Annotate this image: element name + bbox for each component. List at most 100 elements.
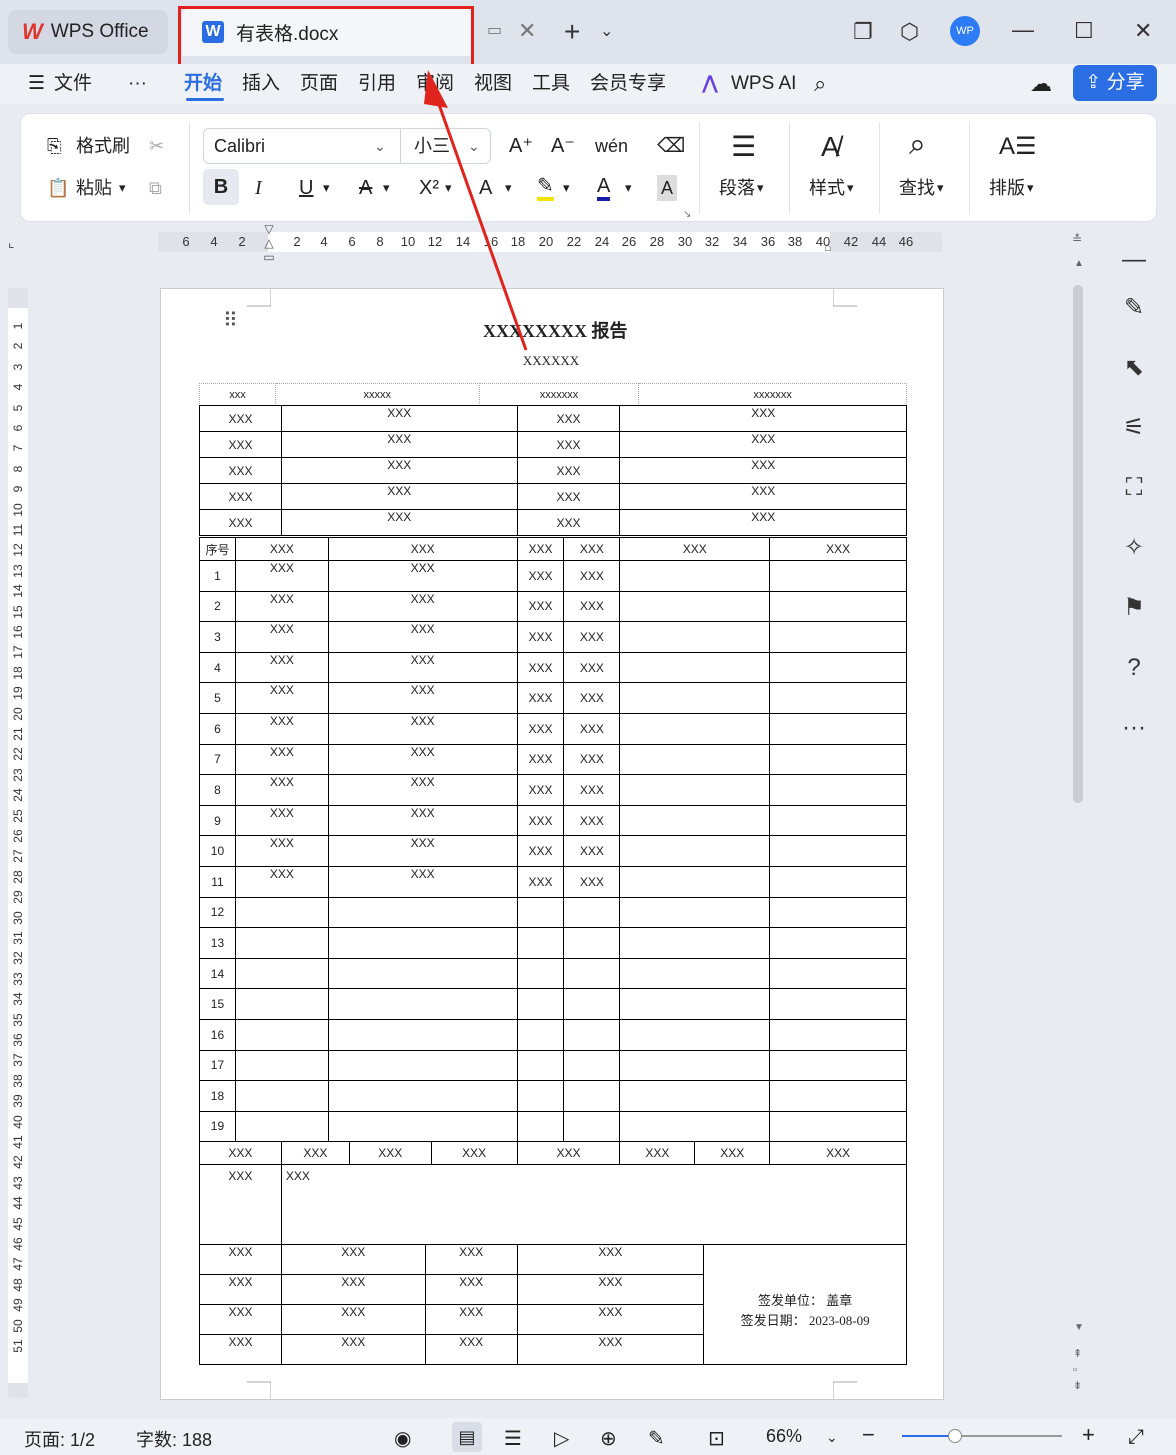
paste-icon[interactable]: 📋 [47, 175, 69, 201]
indent-marker-icon[interactable]: ▽ △ ▭ [262, 222, 276, 268]
tab-page[interactable]: 页面 [300, 70, 338, 98]
drag-handle-icon[interactable]: ⠿ [223, 311, 238, 331]
scrollbar-thumb[interactable] [1073, 285, 1083, 803]
eye-icon[interactable]: ◉ [394, 1426, 411, 1451]
underline-button[interactable]: U [299, 175, 313, 201]
tab-wps-office[interactable]: W WPS Office [8, 10, 168, 54]
chevron-down-icon[interactable]: ⌄ [374, 133, 386, 159]
paste-label[interactable]: 粘贴 [76, 175, 112, 201]
eraser-icon[interactable]: ⌫ [657, 133, 685, 159]
bold-button[interactable]: B [203, 169, 239, 205]
scroll-down-icon[interactable]: ▼ [1074, 1322, 1084, 1333]
format-painter-icon[interactable]: ⎘ [47, 133, 61, 159]
style-label[interactable]: 样式 [809, 175, 845, 201]
menu-wps-ai[interactable]: WPS AI [731, 70, 796, 98]
chevron-down-icon[interactable]: ▾ [625, 175, 632, 201]
page-view-icon[interactable]: ▤ [452, 1422, 482, 1452]
avatar[interactable]: WP [950, 16, 980, 46]
web-view-icon[interactable]: ⊕ [600, 1426, 617, 1451]
vertical-ruler[interactable]: 1 2 3 4 5 6 7 8 9 10 11 12 13 14 15 16 17 18 19 20 21 22 23 24 2… [8, 288, 28, 1398]
right-indent-icon[interactable]: ⌂ [824, 240, 831, 254]
menu-more[interactable]: ··· [128, 70, 147, 98]
cube-icon[interactable]: ⬡ [900, 18, 919, 46]
menu-file[interactable]: 文件 [54, 70, 92, 98]
cloud-icon[interactable]: ☁ [1030, 70, 1052, 98]
chevron-down-icon[interactable]: ▾ [757, 175, 764, 201]
zoom-in-icon[interactable]: + [1082, 1422, 1095, 1448]
find-label[interactable]: 查找 [899, 175, 935, 201]
help-icon[interactable]: ? [1118, 652, 1150, 684]
text-effect-icon[interactable]: A [479, 175, 492, 201]
grow-font-icon[interactable]: A⁺ [509, 133, 533, 159]
shirt-icon[interactable]: ⚑ [1118, 592, 1150, 624]
close-tab-icon[interactable]: ✕ [518, 18, 536, 44]
format-painter-label[interactable]: 格式刷 [76, 133, 130, 159]
zoom-level[interactable]: 66% [766, 1426, 802, 1447]
share-button[interactable]: ⇪ 分享 [1073, 65, 1157, 101]
chevron-down-icon[interactable]: ▾ [505, 175, 512, 201]
chevron-down-icon[interactable]: ▾ [563, 175, 570, 201]
fit-icon[interactable]: ⊡ [708, 1426, 725, 1451]
search-icon[interactable]: ⌕ [814, 70, 826, 98]
tab-references[interactable]: 引用 [358, 70, 396, 98]
tab-review[interactable]: 审阅 [416, 70, 454, 98]
fullscreen-icon[interactable]: ⤢ [1128, 1426, 1144, 1449]
ruler-corner-icon[interactable]: ⌞ [8, 234, 15, 251]
chevron-down-icon[interactable]: ⌄ [468, 133, 480, 159]
chevron-down-icon[interactable]: ⌄ [600, 18, 613, 46]
font-dialog-launcher-icon[interactable]: ↘ [683, 202, 691, 228]
sliders-icon[interactable]: ⚟ [1118, 412, 1150, 444]
highlight-icon[interactable]: ✎ [537, 175, 554, 201]
tab-home[interactable]: 开始 [184, 70, 222, 98]
italic-button[interactable]: I [255, 175, 262, 201]
pointer-icon[interactable]: ⬉ [1118, 352, 1150, 384]
paragraph-label[interactable]: 段落 [719, 175, 755, 201]
cut-icon[interactable]: ✂ [149, 133, 164, 159]
phonetic-icon[interactable]: wén [595, 133, 628, 159]
font-color-icon[interactable]: A [597, 175, 611, 201]
tab-member[interactable]: 会员专享 [590, 70, 666, 98]
magic-wand-icon[interactable]: ✧ [1118, 532, 1150, 564]
chevron-down-icon[interactable]: ▾ [323, 175, 330, 201]
zoom-slider-handle[interactable] [948, 1429, 962, 1443]
chevron-down-icon[interactable]: ▾ [383, 175, 390, 201]
split-icon[interactable]: ≛ [1072, 232, 1082, 246]
paste-dropdown-icon[interactable]: ▾ [119, 175, 126, 201]
word-count[interactable]: 字数: 188 [136, 1426, 212, 1452]
font-selector[interactable]: Calibri ⌄ 小三 ⌄ [203, 128, 491, 164]
minimize-icon[interactable]: — [1012, 16, 1034, 44]
chevron-down-icon[interactable]: ▾ [1027, 175, 1034, 201]
pen-icon[interactable]: ✎ [648, 1426, 665, 1451]
chevron-down-icon[interactable]: ⌄ [826, 1429, 838, 1446]
copy-icon[interactable]: ⧉ [149, 175, 162, 201]
collapse-icon[interactable]: — [1118, 244, 1150, 276]
pin-window-icon[interactable]: ▭ [487, 20, 502, 40]
font-size-value[interactable]: 小三 [414, 133, 450, 159]
tab-view[interactable]: 视图 [474, 70, 512, 98]
new-tab-icon[interactable]: + [564, 18, 580, 46]
zoom-out-icon[interactable]: − [862, 1422, 875, 1448]
maximize-icon[interactable]: ☐ [1074, 17, 1094, 45]
strikethrough-icon[interactable]: A [359, 175, 372, 201]
close-window-icon[interactable]: ✕ [1134, 17, 1152, 45]
more-icon[interactable]: ··· [1118, 712, 1150, 744]
superscript-icon[interactable]: X² [419, 175, 439, 201]
page-nav-icons[interactable]: ⇞ ▫ ⇟ [1073, 1346, 1082, 1394]
chevron-down-icon[interactable]: ▾ [937, 175, 944, 201]
layout-label[interactable]: 排版 [989, 175, 1025, 201]
outline-icon[interactable]: ☰ [504, 1426, 522, 1451]
char-shading-icon[interactable]: A [657, 175, 678, 201]
page-indicator[interactable]: 页面: 1/2 [24, 1426, 95, 1452]
scroll-up-icon[interactable]: ▲ [1074, 258, 1084, 269]
hamburger-icon[interactable]: ☰ [28, 70, 45, 98]
tab-tools[interactable]: 工具 [532, 70, 570, 98]
tab-insert[interactable]: 插入 [242, 70, 280, 98]
shrink-font-icon[interactable]: A⁻ [551, 133, 575, 159]
document-page[interactable]: ⠿ XXXXXXXX 报告 XXXXXX xxx xxxxx xxxxxxx x… [160, 288, 944, 1400]
play-icon[interactable]: ▷ [554, 1426, 569, 1451]
chevron-down-icon[interactable]: ▾ [445, 175, 452, 201]
pen-icon[interactable]: ✎ [1118, 292, 1150, 324]
chevron-down-icon[interactable]: ▾ [847, 175, 854, 201]
window-switch-icon[interactable]: ❐ [853, 18, 873, 46]
image-icon[interactable]: ⛶ [1118, 472, 1150, 504]
